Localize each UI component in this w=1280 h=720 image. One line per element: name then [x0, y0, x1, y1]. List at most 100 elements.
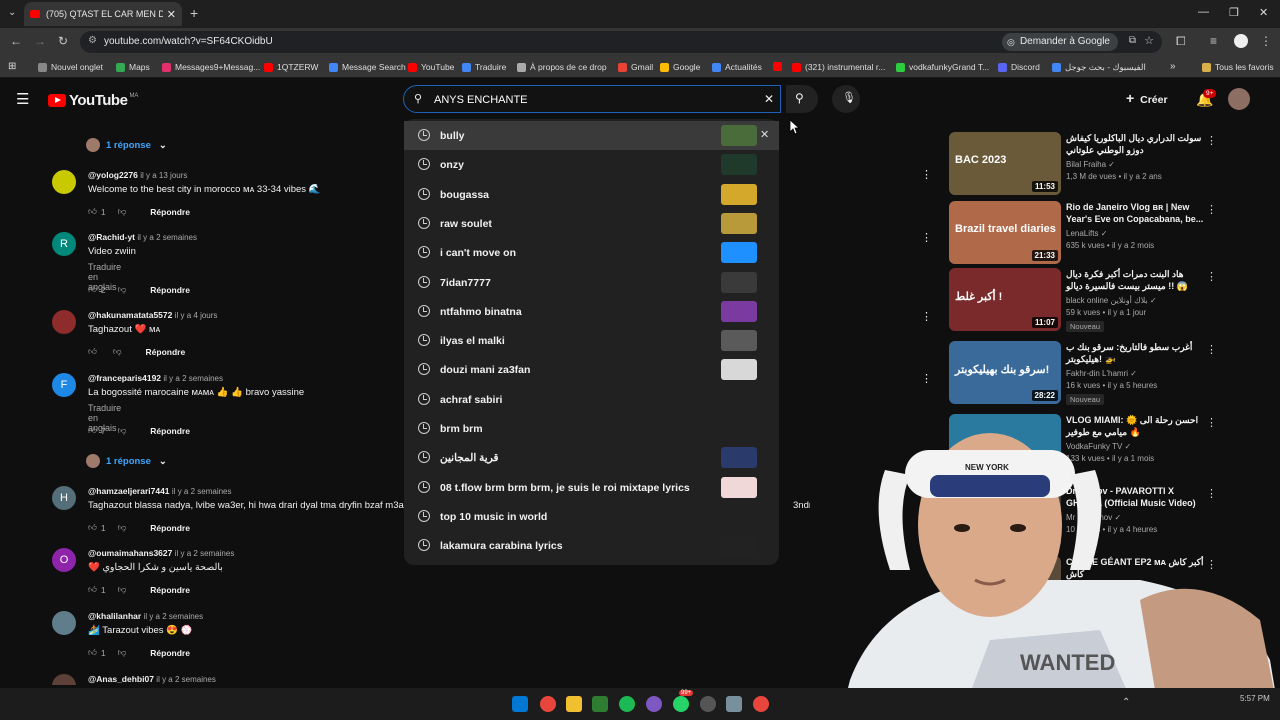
- comment-author[interactable]: @hakunamatata5572 il y a 4 jours: [88, 310, 217, 320]
- bookmark-item[interactable]: À propos de ce drop: [517, 62, 607, 72]
- video-menu-icon[interactable]: ⋮: [1206, 270, 1217, 283]
- search-suggestion[interactable]: ntfahmo binatna: [404, 297, 779, 326]
- more-bookmarks-icon[interactable]: »: [1170, 61, 1176, 72]
- comment-time[interactable]: il y a 2 semaines: [144, 612, 204, 621]
- suggestion-label[interactable]: قرية المجانين: [440, 452, 499, 464]
- bookmark-item[interactable]: Traduire: [462, 62, 506, 72]
- video-menu-icon[interactable]: ⋮: [1206, 203, 1217, 216]
- comment-author[interactable]: @khalilanhar il y a 2 semaines: [88, 611, 203, 621]
- suggestion-label[interactable]: onzy: [440, 159, 464, 171]
- suggestion-label[interactable]: raw soulet: [440, 218, 492, 230]
- bookmark-item[interactable]: (321) instrumental r...: [792, 62, 885, 72]
- bookmark-item[interactable]: YouTube: [408, 62, 454, 72]
- related-video[interactable]: سرقو بنك بهيليكوبتر! 28:22 أغرب سطو فالتار…: [948, 341, 1228, 407]
- tab-search-icon[interactable]: ⌄: [8, 7, 16, 18]
- comment-time[interactable]: il y a 2 semaines: [172, 487, 232, 496]
- comment-time[interactable]: il y a 2 semaines: [137, 233, 197, 242]
- like-icon[interactable]: 👍︎: [88, 522, 97, 533]
- video-thumbnail[interactable]: أكبر غلط ! 11:07: [949, 268, 1061, 331]
- video-channel[interactable]: Fakhr-din L'hamri ✓: [1066, 369, 1137, 378]
- related-video[interactable]: أكبر غلط ! 11:07 هاد البنت دمرات أكبر فكرة…: [948, 268, 1228, 334]
- bookmark-item[interactable]: Messages9+Messag...: [162, 62, 260, 72]
- commenter-avatar[interactable]: [52, 310, 76, 334]
- search-suggestion[interactable]: قرية المجانين: [404, 443, 779, 472]
- chrome-profile-icon[interactable]: [646, 696, 662, 712]
- suggestion-label[interactable]: i can't move on: [440, 247, 516, 259]
- remove-suggestion-icon[interactable]: ✕: [760, 128, 769, 141]
- related-video[interactable]: Brazil travel diaries 21:33 Rio de Janeiro…: [948, 201, 1228, 267]
- chrome-taskbar-icon[interactable]: [540, 696, 556, 712]
- comment-author[interactable]: @franceparis4192 il y a 2 semaines: [88, 373, 223, 383]
- comment-menu-icon[interactable]: ⋮: [921, 231, 932, 244]
- video-channel[interactable]: black online بلاك أونلاين ✓: [1066, 296, 1157, 305]
- reply-button[interactable]: Répondre: [150, 285, 190, 295]
- search-suggestion[interactable]: 7idan7777: [404, 268, 779, 297]
- commenter-avatar[interactable]: [52, 170, 76, 194]
- comment-handle[interactable]: @hamzaeljerari7441: [88, 486, 170, 496]
- install-icon[interactable]: ⧉: [1129, 35, 1136, 46]
- comment-author[interactable]: @Rachid-yt il y a 2 semaines: [88, 232, 197, 242]
- video-title[interactable]: سولت الدراري ديال الباكلوريا كيفاش دوزو …: [1066, 132, 1206, 156]
- chrome-menu-icon[interactable]: ⋮: [1260, 34, 1272, 48]
- all-bookmarks[interactable]: Tous les favoris: [1202, 62, 1274, 72]
- suggestion-label[interactable]: ilyas el malki: [440, 335, 505, 347]
- tray-chevron-icon[interactable]: ⌃: [1122, 697, 1130, 708]
- video-menu-icon[interactable]: ⋮: [1206, 343, 1217, 356]
- search-input[interactable]: ANYS ENCHANTE: [434, 94, 528, 106]
- back-icon[interactable]: ←: [10, 34, 22, 48]
- reply-button[interactable]: Répondre: [150, 648, 190, 658]
- comment-handle[interactable]: @hakunamatata5572: [88, 310, 172, 320]
- comment-menu-icon[interactable]: ⋮: [921, 372, 932, 385]
- reply-button[interactable]: Répondre: [150, 585, 190, 595]
- reply-button[interactable]: Répondre: [150, 426, 190, 436]
- comment-handle[interactable]: @franceparis4192: [88, 373, 161, 383]
- search-suggestion[interactable]: raw soulet: [404, 209, 779, 238]
- commenter-avatar[interactable]: H: [52, 486, 76, 510]
- reply-button[interactable]: Répondre: [150, 523, 190, 533]
- search-box[interactable]: ⚲ ANYS ENCHANTE ✕: [403, 85, 781, 113]
- forward-icon[interactable]: →: [34, 34, 46, 48]
- video-title[interactable]: أغرب سطو فالتاريخ: سرقو بنك ب هيليكوبتر!…: [1066, 341, 1206, 365]
- search-suggestion[interactable]: achraf sabiri: [404, 385, 779, 414]
- settings-icon[interactable]: [726, 696, 742, 712]
- video-thumbnail[interactable]: BAC 2023 11:53: [949, 132, 1061, 195]
- related-video[interactable]: BAC 2023 11:53 سولت الدراري ديال الباكلوري…: [948, 132, 1228, 198]
- dislike-icon[interactable]: 👎︎: [118, 425, 127, 436]
- comment-handle[interactable]: @yolog2276: [88, 170, 138, 180]
- minimize-icon[interactable]: —: [1198, 6, 1209, 18]
- dislike-icon[interactable]: 👎︎: [113, 346, 122, 357]
- bookmark-item[interactable]: [773, 62, 786, 71]
- video-channel[interactable]: LenaLifts ✓: [1066, 229, 1107, 238]
- search-suggestion[interactable]: bougassa: [404, 180, 779, 209]
- bookmark-star-icon[interactable]: ☆: [1144, 34, 1154, 47]
- video-thumbnail[interactable]: سرقو بنك بهيليكوبتر! 28:22: [949, 341, 1061, 404]
- windows-start-icon[interactable]: [512, 696, 528, 712]
- reload-icon[interactable]: ↻: [58, 34, 68, 48]
- search-suggestion[interactable]: douzi mani za3fan: [404, 355, 779, 384]
- suggestion-label[interactable]: brm brm: [440, 423, 483, 435]
- comment-author[interactable]: @hamzaeljerari7441 il y a 2 semaines: [88, 486, 232, 496]
- like-icon[interactable]: 👍︎: [88, 346, 97, 357]
- restore-icon[interactable]: ❐: [1229, 6, 1239, 19]
- dislike-icon[interactable]: 👎︎: [118, 584, 127, 595]
- comment-time[interactable]: il y a 4 jours: [175, 311, 218, 320]
- url-text[interactable]: youtube.com/watch?v=SF64CKOidbU: [104, 36, 273, 47]
- voice-search-button[interactable]: 🎙: [832, 85, 860, 113]
- suggestion-label[interactable]: 08 t.flow brm brm brm, je suis le roi mi…: [440, 482, 690, 494]
- comment-time[interactable]: il y a 2 semaines: [163, 374, 223, 383]
- suggestion-label[interactable]: bully: [440, 130, 465, 142]
- app-taskbar-icon[interactable]: [592, 696, 608, 712]
- video-channel[interactable]: Bilal Fraiha ✓: [1066, 160, 1115, 169]
- new-tab-icon[interactable]: +: [190, 5, 198, 21]
- bookmark-item[interactable]: Google: [660, 62, 700, 72]
- comment-time[interactable]: il y a 13 jours: [140, 171, 187, 180]
- profile-avatar[interactable]: [1234, 34, 1248, 48]
- file-explorer-icon[interactable]: [566, 696, 582, 712]
- like-icon[interactable]: 👍︎: [88, 584, 97, 595]
- search-button[interactable]: ⚲: [786, 85, 818, 113]
- media-icon[interactable]: ≡: [1210, 34, 1217, 48]
- app-taskbar-icon[interactable]: [700, 696, 716, 712]
- search-suggestion[interactable]: 08 t.flow brm brm brm, je suis le roi mi…: [404, 473, 779, 502]
- comment-author[interactable]: @oumaimahans3627 il y a 2 semaines: [88, 548, 234, 558]
- comment-handle[interactable]: @Anas_dehbi07: [88, 674, 154, 684]
